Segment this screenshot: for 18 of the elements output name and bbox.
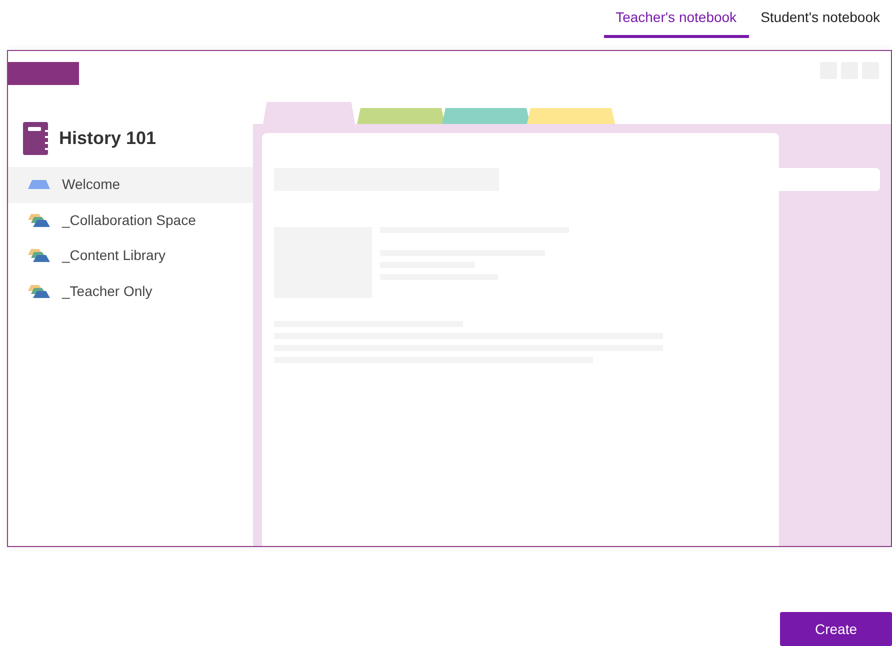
section-item[interactable]: _Content Library	[8, 238, 253, 274]
notebook-icon	[23, 122, 51, 154]
notebook-tab[interactable]: Teacher's notebook	[604, 0, 749, 38]
section-group-icon	[28, 249, 50, 262]
notebook-tab[interactable]: Student's notebook	[748, 0, 892, 38]
section-item[interactable]: _Teacher Only	[8, 274, 253, 309]
create-button[interactable]: Create	[780, 612, 892, 646]
page-tab[interactable]	[527, 108, 615, 124]
notebook-title: History 101	[59, 126, 156, 150]
section-group-icon	[28, 284, 50, 298]
page-tab[interactable]	[442, 108, 530, 124]
page-tab[interactable]	[263, 102, 355, 124]
section-icon	[28, 180, 50, 190]
section-group-icon	[28, 214, 50, 227]
app-bar-block	[8, 62, 79, 85]
section-item[interactable]: Welcome	[8, 167, 253, 202]
page-tab[interactable]	[357, 108, 445, 124]
section-item[interactable]: _Collaboration Space	[8, 202, 253, 238]
